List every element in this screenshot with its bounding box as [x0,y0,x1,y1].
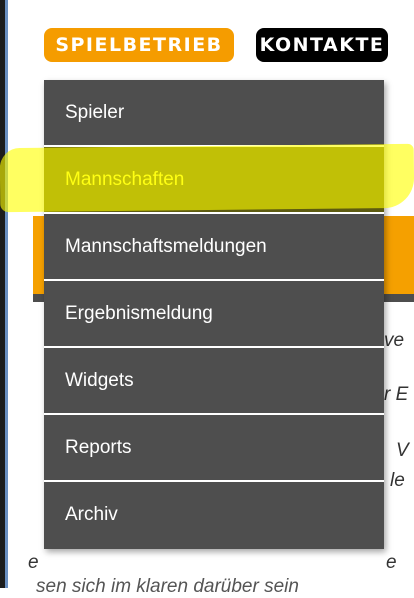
background-text: e [386,552,397,573]
spielbetrieb-dropdown-menu: Spieler Mannschaften Mannschaftsmeldunge… [44,80,384,549]
menu-item-mannschaftsmeldungen[interactable]: Mannschaftsmeldungen [44,214,384,281]
background-text: sen sich im klaren darüber sein [36,576,299,597]
menu-item-archiv[interactable]: Archiv [44,482,384,549]
background-text: ve [384,330,405,351]
menu-item-mannschaften[interactable]: Mannschaften [44,147,384,214]
menu-item-ergebnismeldung[interactable]: Ergebnismeldung [44,281,384,348]
background-text: le [390,470,405,491]
nav-spielbetrieb[interactable]: SPIELBETRIEB [44,28,234,62]
menu-item-widgets[interactable]: Widgets [44,348,384,415]
background-text: V [396,440,409,461]
nav-kontakte[interactable]: KONTAKTE [256,28,388,62]
background-text: r E [384,384,409,405]
window-border [5,0,8,588]
menu-item-spieler[interactable]: Spieler [44,80,384,147]
menu-item-reports[interactable]: Reports [44,415,384,482]
background-text: e [28,552,39,573]
